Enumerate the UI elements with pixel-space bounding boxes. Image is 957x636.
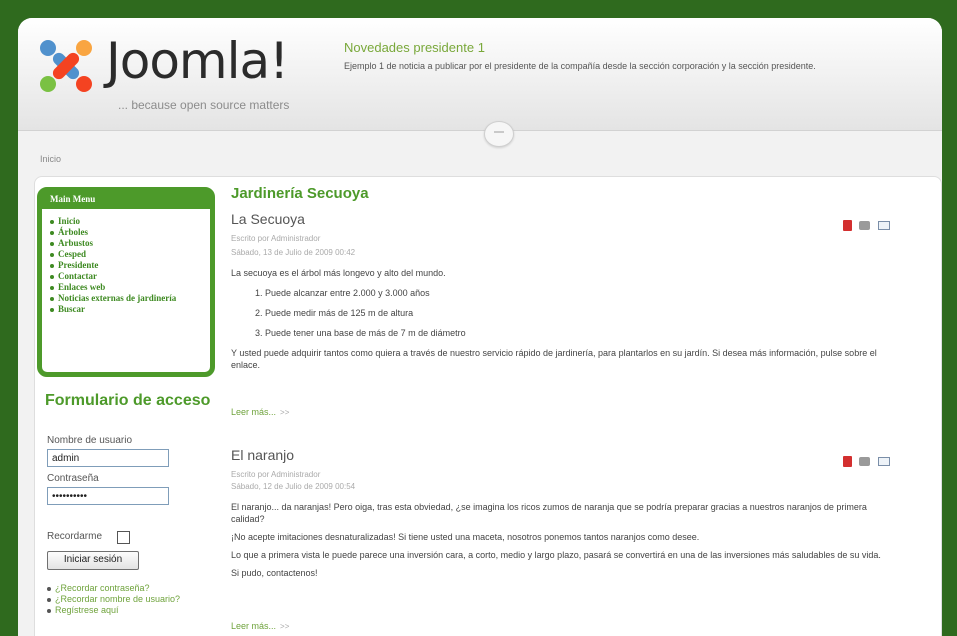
- password-label: Contraseña: [47, 473, 99, 484]
- register-link[interactable]: Regístrese aquí: [47, 605, 195, 616]
- article-paragraph: ¡No acepte imitaciones desnaturalizadas!…: [231, 532, 700, 542]
- joomla-logo[interactable]: Joomla! ... because open source matters: [36, 32, 336, 117]
- news-text: Ejemplo 1 de noticia a publicar por el p…: [344, 61, 816, 71]
- menu-item-inicio[interactable]: Inicio: [50, 216, 208, 227]
- print-icon[interactable]: [859, 457, 871, 467]
- article-date: Sábado, 13 de Julio de 2009 00:42: [231, 248, 356, 257]
- main-menu: Main Menu Inicio Árboles Arbustos Cesped…: [37, 187, 215, 377]
- article-icons: [843, 217, 897, 232]
- article-title[interactable]: La Secuoya: [231, 211, 305, 227]
- main-menu-title: Main Menu: [42, 192, 210, 209]
- email-icon[interactable]: [877, 221, 890, 231]
- content-area: Main Menu Inicio Árboles Arbustos Cesped…: [34, 176, 942, 636]
- header-toggle-button[interactable]: [484, 121, 514, 147]
- menu-item-buscar[interactable]: Buscar: [50, 304, 208, 315]
- menu-item-cesped[interactable]: Cesped: [50, 249, 208, 260]
- category-title: Jardinería Secuoya: [231, 185, 369, 202]
- article-body: El naranjo... da naranjas! Pero oiga, tr…: [231, 501, 891, 585]
- news-title[interactable]: Novedades presidente 1: [344, 40, 485, 55]
- email-icon[interactable]: [877, 457, 890, 467]
- read-more-arrow: >>: [280, 622, 290, 631]
- login-form-title: Formulario de acceso: [45, 392, 211, 409]
- menu-item-presidente[interactable]: Presidente: [50, 260, 208, 271]
- pdf-icon[interactable]: [843, 220, 852, 232]
- pdf-icon[interactable]: [843, 456, 852, 468]
- article-intro: La secuoya es el árbol más longevo y alt…: [231, 268, 446, 278]
- article-paragraph: Si pudo, contactenos!: [231, 568, 318, 578]
- forgot-password-link[interactable]: ¿Recordar contraseña?: [47, 583, 195, 594]
- menu-item-arbustos[interactable]: Arbustos: [50, 238, 208, 249]
- article-body: La secuoya es el árbol más longevo y alt…: [231, 267, 891, 377]
- login-button[interactable]: Iniciar sesión: [47, 551, 139, 570]
- print-icon[interactable]: [859, 221, 871, 231]
- list-item: Puede tener una base de más de 7 m de di…: [265, 327, 891, 339]
- read-more-label: Leer más...: [231, 621, 277, 631]
- read-more-link[interactable]: Leer más... >>: [231, 621, 289, 631]
- remember-label: Recordarme: [47, 531, 103, 542]
- article-paragraph: Lo que a primera vista le puede parece u…: [231, 550, 881, 560]
- article-author: Escrito por Administrador: [231, 234, 321, 243]
- menu-item-arboles[interactable]: Árboles: [50, 227, 208, 238]
- article-date: Sábado, 12 de Julio de 2009 00:54: [231, 482, 356, 491]
- menu-item-enlaces-web[interactable]: Enlaces web: [50, 282, 208, 293]
- article-paragraph: El naranjo... da naranjas! Pero oiga, tr…: [231, 502, 867, 524]
- login-links: ¿Recordar contraseña? ¿Recordar nombre d…: [47, 583, 195, 616]
- read-more-arrow: >>: [280, 408, 290, 417]
- read-more-link[interactable]: Leer más... >>: [231, 407, 289, 417]
- menu-item-noticias-externas[interactable]: Noticias externas de jardinería: [50, 293, 208, 304]
- logo-tagline: ... because open source matters: [118, 98, 290, 112]
- username-label: Nombre de usuario: [47, 435, 133, 446]
- site-header: Joomla! ... because open source matters …: [18, 18, 942, 131]
- remember-checkbox[interactable]: [117, 531, 130, 544]
- password-input[interactable]: [47, 487, 169, 505]
- read-more-label: Leer más...: [231, 407, 277, 417]
- list-item: Puede medir más de 125 m de altura: [265, 307, 891, 319]
- article-list: Puede alcanzar entre 2.000 y 3.000 años …: [231, 287, 891, 339]
- logo-text: Joomla!: [106, 32, 289, 90]
- menu-item-contactar[interactable]: Contactar: [50, 271, 208, 282]
- article-icons: [843, 453, 897, 468]
- joomla-logo-icon: [40, 40, 92, 92]
- article-title[interactable]: El naranjo: [231, 447, 294, 463]
- forgot-username-link[interactable]: ¿Recordar nombre de usuario?: [47, 594, 195, 605]
- breadcrumb[interactable]: Inicio: [40, 154, 61, 164]
- username-input[interactable]: [47, 449, 169, 467]
- article-author: Escrito por Administrador: [231, 470, 321, 479]
- list-item: Puede alcanzar entre 2.000 y 3.000 años: [265, 287, 891, 299]
- main-menu-list: Inicio Árboles Arbustos Cesped President…: [50, 216, 208, 315]
- page: Joomla! ... because open source matters …: [18, 18, 942, 636]
- article-paragraph: Y usted puede adquirir tantos como quier…: [231, 348, 877, 370]
